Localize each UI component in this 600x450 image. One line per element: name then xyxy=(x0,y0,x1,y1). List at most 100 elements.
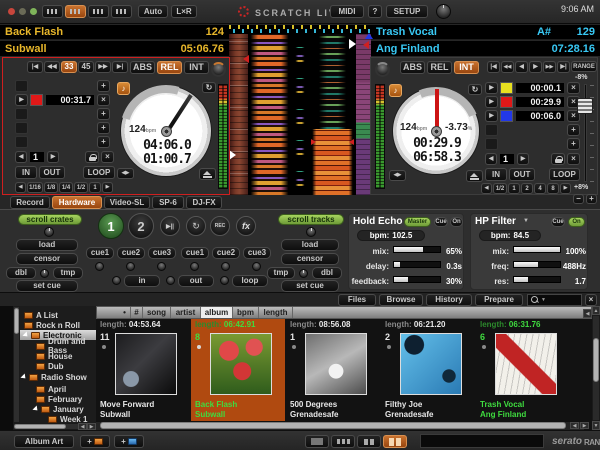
deck-b-cue-1-delete-button[interactable]: × xyxy=(567,82,580,94)
search-dropdown-icon[interactable]: ▼ xyxy=(541,297,546,303)
loop-circle-button[interactable]: ↻ xyxy=(186,216,206,236)
deck-a-eject-button[interactable] xyxy=(199,168,216,180)
deck-b-cue-2-color[interactable] xyxy=(500,96,513,108)
deck-a-speed-45-button[interactable]: 45 xyxy=(78,61,94,73)
crate-april[interactable]: April xyxy=(36,384,66,394)
deck-a-keylock-button[interactable]: ♪ xyxy=(117,82,130,95)
tab-sp-6[interactable]: SP-6 xyxy=(152,196,184,209)
deck-a-cue-2-delete-button[interactable]: × xyxy=(97,94,110,106)
deck-a-loop-clear-button[interactable]: × xyxy=(101,151,114,163)
fx-param-slider[interactable] xyxy=(393,246,441,253)
deck-a-cue1-button[interactable]: cue1 xyxy=(86,247,114,259)
column-bpm[interactable]: bpm xyxy=(233,307,259,318)
album-art-thumbnail[interactable] xyxy=(210,333,272,395)
deck-b-loop-clear-button[interactable]: × xyxy=(567,153,580,165)
album-art-thumbnail[interactable] xyxy=(495,333,557,395)
deck-a-loop-button[interactable]: LOOP xyxy=(83,166,115,179)
crate-drum-and-bass[interactable]: Drum and Bass xyxy=(36,341,96,351)
album-cell[interactable]: bpm: 126 length: 06:21.20 2 Filthy Joe G… xyxy=(381,312,475,430)
deck-b-skip-start-button[interactable]: |◀ xyxy=(487,61,500,73)
cue3-a-knob[interactable] xyxy=(157,262,166,271)
fx-circle-button[interactable]: fx xyxy=(236,216,256,236)
fx-on-button[interactable]: On xyxy=(568,217,585,227)
expand-arrow-icon[interactable] xyxy=(20,373,27,380)
album-cell-selected[interactable]: bpm: 124 length: 06:42.91 8 Back Flash S… xyxy=(191,306,285,430)
search-clear-button[interactable]: × xyxy=(585,294,597,306)
cue1-a-knob[interactable] xyxy=(95,262,104,271)
deck-b-rel-mode-button[interactable]: REL xyxy=(427,61,452,74)
deck-b-load-button[interactable]: load xyxy=(281,239,339,251)
crate-radio-show[interactable]: Radio Show xyxy=(22,372,87,382)
deck-a-cue-2-play-button[interactable]: ▶ xyxy=(15,94,28,106)
deck-a-frac-14-button[interactable]: 1/4 xyxy=(59,182,73,193)
album-art-button[interactable]: Album Art xyxy=(14,435,74,448)
column-artist[interactable]: artist xyxy=(171,307,201,318)
setup-button[interactable]: SETUP xyxy=(386,5,428,18)
help-button[interactable]: ? xyxy=(368,5,382,18)
crate-house[interactable]: House xyxy=(36,351,72,361)
files-button[interactable]: Files xyxy=(338,294,376,306)
tab-hardware[interactable]: Hardware xyxy=(52,196,102,209)
deck-b-dbl-button[interactable]: dbl xyxy=(312,267,342,279)
browse-button[interactable]: Browse xyxy=(379,294,423,306)
deck-b-frac-4-button[interactable]: 4 xyxy=(534,183,546,194)
deck-a-cue-3-slot[interactable] xyxy=(15,108,28,120)
add-smart-crate-button[interactable]: + xyxy=(114,435,144,448)
deck-b-pitch-plus-button[interactable]: + xyxy=(586,194,597,204)
deck-a-dbl-button[interactable]: dbl xyxy=(6,267,36,279)
deck-a-frac-12-button[interactable]: 1/2 xyxy=(74,182,88,193)
deck-b-tmp-button[interactable]: tmp xyxy=(267,267,295,279)
scroll-crates-knob[interactable] xyxy=(44,227,54,237)
deck-a-frac-left-button[interactable]: ◀ xyxy=(15,182,26,193)
window-minimize-button[interactable] xyxy=(19,8,26,15)
view-mode-stack-button[interactable] xyxy=(88,5,109,18)
grid-vscroll-up-arrow[interactable]: ▲ xyxy=(592,306,600,315)
deck-a-frac-18-button[interactable]: 1/8 xyxy=(44,182,58,193)
column-album[interactable]: album xyxy=(201,307,233,318)
column-number[interactable]: # xyxy=(131,307,143,318)
deck-b-back-button[interactable]: ◀ xyxy=(515,61,528,73)
deck-a-skip-end-button[interactable]: ▶| xyxy=(112,61,128,73)
grid-scroll-left-arrow[interactable]: ◀ xyxy=(570,422,579,429)
column-length[interactable]: length xyxy=(259,307,293,318)
small-art-view-button[interactable] xyxy=(357,435,381,448)
view-mode-library-button[interactable] xyxy=(111,5,132,18)
loop-out-button[interactable]: out xyxy=(178,275,214,287)
deck-2-indicator[interactable]: 2 xyxy=(128,213,154,239)
deck-a-cue-5-add-button[interactable]: + xyxy=(97,136,110,148)
deck-a-frac-1-button[interactable]: 1 xyxy=(89,182,101,193)
deck-b-loop-in-button[interactable]: IN xyxy=(485,168,507,181)
tab-video-sl[interactable]: Video-SL xyxy=(104,196,150,209)
fx-bpm-pill[interactable]: bpm:102.5 xyxy=(357,230,425,241)
loop-in-knob[interactable] xyxy=(112,276,121,285)
loop-hw-button[interactable]: loop xyxy=(232,275,268,287)
deck-b-frac-left-button[interactable]: ◀ xyxy=(481,183,492,194)
rec-circle-button[interactable]: REC xyxy=(210,216,230,236)
fx-dropdown-icon[interactable]: ▼ xyxy=(523,218,529,224)
deck-b-frac-right-button[interactable]: ▶ xyxy=(560,183,571,194)
crates-scrollbar-handle[interactable] xyxy=(14,308,19,334)
deck-b-gain-knob[interactable] xyxy=(375,62,390,77)
album-cell[interactable]: bpm: 94 length: 04:53.64 11 Move Forward… xyxy=(96,312,190,430)
deck-a-cue-5-slot[interactable] xyxy=(15,136,28,148)
play-pause-button[interactable]: ▶|| xyxy=(160,216,180,236)
deck-a-speed-33-button[interactable]: 33 xyxy=(61,61,77,73)
deck-a-cue-3-add-button[interactable]: + xyxy=(97,108,110,120)
deck-b-cue-4-slot[interactable] xyxy=(485,124,498,136)
deck-b-loop-lock-button[interactable] xyxy=(551,153,565,165)
deck-a-cue3-button[interactable]: cue3 xyxy=(148,247,176,259)
deck-b-keylock-button[interactable]: ♪ xyxy=(389,84,402,97)
grid-vscroll-down-arrow[interactable]: ▼ xyxy=(592,421,600,430)
fx-param-slider[interactable] xyxy=(513,276,561,283)
view-mode-vertical-button[interactable] xyxy=(65,5,86,18)
deck-a-repeat-button[interactable]: ↻ xyxy=(202,82,216,93)
grid-scroll-right-arrow[interactable]: ▶ xyxy=(580,422,589,429)
deck-b-cue-3-play-button[interactable]: ▶ xyxy=(485,110,498,122)
deck-a-cue-1-add-button[interactable]: + xyxy=(97,80,110,92)
deck-b-pitch-nudge-button[interactable]: ◀▶ xyxy=(389,170,406,181)
fx-param-slider[interactable] xyxy=(393,276,441,283)
deck-b-repeat-button[interactable]: ↻ xyxy=(468,84,482,95)
deck-a-abs-mode-button[interactable]: ABS xyxy=(130,61,155,74)
deck-a-pitch-nudge-button[interactable]: ◀▶ xyxy=(117,168,134,179)
deck-b-loop-prev-button[interactable]: ◀ xyxy=(485,153,497,165)
